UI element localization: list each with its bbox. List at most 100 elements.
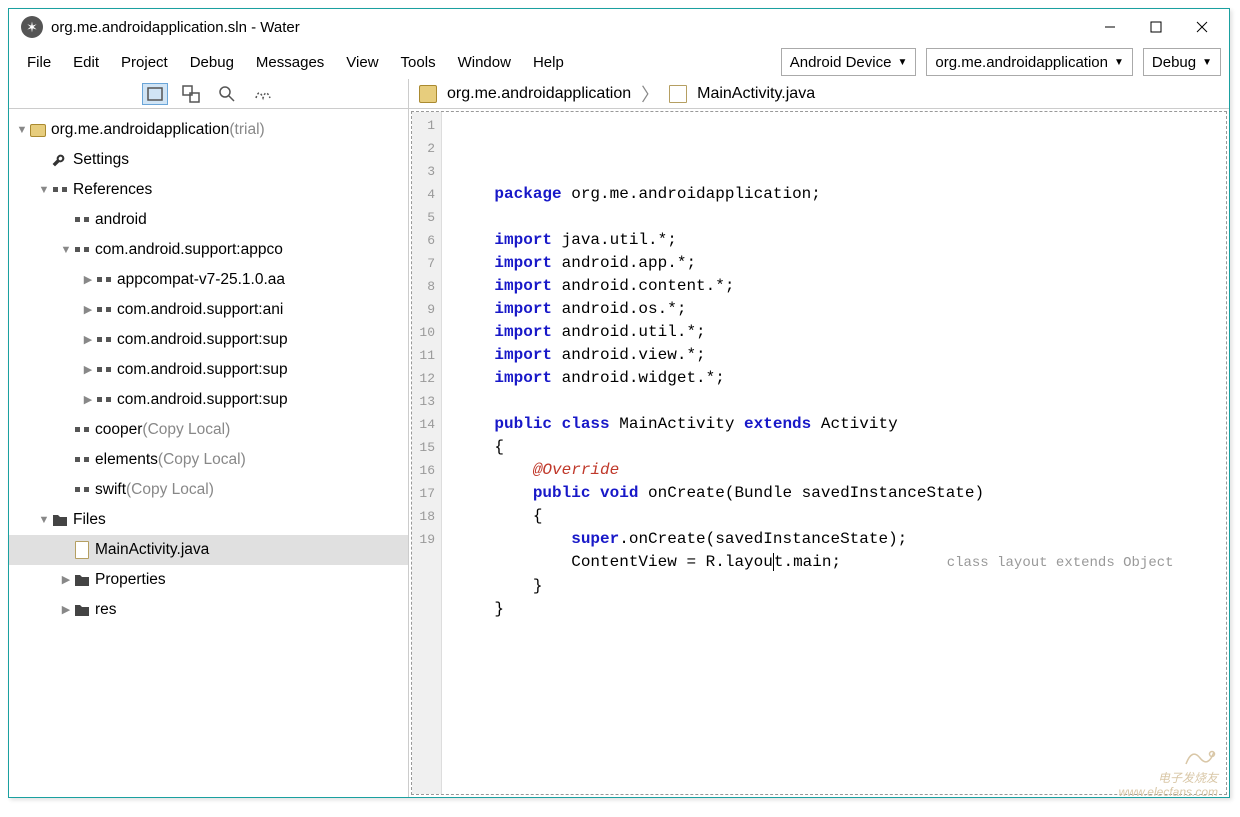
tree-ref-child-icon [95, 391, 113, 409]
code-line [456, 392, 494, 410]
tree-ref-item-icon [73, 211, 91, 229]
tree-ref-child-icon [95, 271, 113, 289]
code-line: import android.widget.*; [456, 369, 725, 387]
code-line: import java.util.*; [456, 231, 677, 249]
chevron-down-icon: ▼ [897, 57, 907, 68]
menu-file[interactable]: File [17, 50, 61, 75]
menu-debug[interactable]: Debug [180, 50, 244, 75]
twisty-icon: ▼ [59, 235, 73, 265]
tree-ref-child-icon [95, 331, 113, 349]
tree-suffix: (Copy Local) [126, 475, 214, 505]
app-icon: ✶ [21, 16, 43, 38]
tree-file-item[interactable]: ▶res [9, 595, 408, 625]
tree-file-item[interactable]: ▶Properties [9, 565, 408, 595]
twisty-icon: ▼ [37, 175, 51, 205]
breadcrumb-file[interactable]: MainActivity.java [669, 85, 815, 103]
code-line [456, 208, 494, 226]
tree-ref-child[interactable]: ▶ com.android.support:ani [9, 295, 408, 325]
code-line: import android.util.*; [456, 323, 706, 341]
breadcrumb: org.me.androidapplication 〉 MainActivity… [409, 79, 1229, 108]
tree-file-item-icon [73, 541, 91, 559]
tree-ref-item[interactable]: elements (Copy Local) [9, 445, 408, 475]
chevron-right-icon: 〉 [641, 81, 659, 107]
code-line: ContentView = R.layout.main; class layou… [456, 553, 1174, 571]
tree-label: com.android.support:sup [117, 355, 288, 385]
twisty-icon: ▼ [37, 505, 51, 535]
code-line: import android.view.*; [456, 346, 706, 364]
tree-ref-item[interactable]: swift (Copy Local) [9, 475, 408, 505]
menu-tools[interactable]: Tools [391, 50, 446, 75]
tree-label: com.android.support:appco [95, 235, 283, 265]
tree-label: com.android.support:ani [117, 295, 283, 325]
code-line: import android.content.*; [456, 277, 734, 295]
twisty-icon: ▶ [81, 265, 95, 295]
code-line: { [456, 507, 542, 525]
window-title: org.me.androidapplication.sln - Water [51, 19, 300, 36]
file-icon [669, 85, 687, 103]
twisty-icon: ▶ [81, 325, 95, 355]
code-line: public void onCreate(Bundle savedInstanc… [456, 484, 984, 502]
layout-button-1[interactable] [142, 83, 168, 105]
tree-file-item[interactable]: MainActivity.java [9, 535, 408, 565]
twisty-icon: ▶ [81, 295, 95, 325]
menu-edit[interactable]: Edit [63, 50, 109, 75]
tree-ref-child[interactable]: ▶appcompat-v7-25.1.0.aa [9, 265, 408, 295]
menu-help[interactable]: Help [523, 50, 574, 75]
tree-label: swift [95, 475, 126, 505]
tree-ref-item-icon [73, 241, 91, 259]
maximize-button[interactable] [1133, 11, 1179, 43]
breadcrumb-project[interactable]: org.me.androidapplication [419, 85, 631, 103]
tree-label: com.android.support:sup [117, 385, 288, 415]
code-hint: class layout extends Object [947, 555, 1174, 571]
tree-references[interactable]: ▼References [9, 175, 408, 205]
code-editor[interactable]: 12345678910111213141516171819 package or… [411, 111, 1227, 795]
code-line: public class MainActivity extends Activi… [456, 415, 898, 433]
tree-settings[interactable]: Settings [9, 145, 408, 175]
toggle-button[interactable] [250, 83, 276, 105]
watermark: 电子发烧友www.elecfans.com [1119, 746, 1218, 799]
twisty-icon: ▼ [15, 115, 29, 145]
tree-ref-item[interactable]: ▼ com.android.support:appco [9, 235, 408, 265]
config-selector[interactable]: Debug▼ [1143, 48, 1221, 76]
code-line: package org.me.androidapplication; [456, 185, 821, 203]
tree-ref-item-icon [73, 451, 91, 469]
code-line: } [456, 577, 542, 595]
line-gutter: 12345678910111213141516171819 [412, 112, 442, 794]
tree-files[interactable]: ▼Files [9, 505, 408, 535]
tree-ref-child[interactable]: ▶ com.android.support:sup [9, 355, 408, 385]
chevron-down-icon: ▼ [1114, 57, 1124, 68]
app-label: org.me.androidapplication [935, 54, 1108, 71]
search-button[interactable] [214, 83, 240, 105]
tree-ref-child-icon [95, 301, 113, 319]
tree-ref-item-icon [73, 481, 91, 499]
menu-window[interactable]: Window [448, 50, 521, 75]
project-tree: ▼org.me.androidapplication (trial)Settin… [9, 109, 409, 797]
minimize-button[interactable] [1087, 11, 1133, 43]
chevron-down-icon: ▼ [1202, 57, 1212, 68]
tree-ref-child-icon [95, 361, 113, 379]
close-button[interactable] [1179, 11, 1225, 43]
code-line: import android.app.*; [456, 254, 696, 272]
twisty-icon: ▶ [81, 355, 95, 385]
tree-ref-item[interactable]: android [9, 205, 408, 235]
tree-root-icon [29, 121, 47, 139]
tree-file-item-icon [73, 571, 91, 589]
tree-ref-item[interactable]: cooper (Copy Local) [9, 415, 408, 445]
layout-button-2[interactable] [178, 83, 204, 105]
device-selector[interactable]: Android Device▼ [781, 48, 917, 76]
twisty-icon: ▶ [59, 565, 73, 595]
app-selector[interactable]: org.me.androidapplication ▼ [926, 48, 1133, 76]
tree-label: com.android.support:sup [117, 325, 288, 355]
tree-suffix: (Copy Local) [158, 445, 246, 475]
tree-root[interactable]: ▼org.me.androidapplication (trial) [9, 115, 408, 145]
tree-label: android [95, 205, 147, 235]
tree-ref-child[interactable]: ▶com.android.support:sup [9, 385, 408, 415]
menu-messages[interactable]: Messages [246, 50, 334, 75]
menu-project[interactable]: Project [111, 50, 178, 75]
tree-references-icon [51, 181, 69, 199]
tree-files-icon [51, 511, 69, 529]
menu-view[interactable]: View [336, 50, 388, 75]
code-line: import android.os.*; [456, 300, 686, 318]
tree-ref-child[interactable]: ▶ com.android.support:sup [9, 325, 408, 355]
twisty-icon: ▶ [59, 595, 73, 625]
